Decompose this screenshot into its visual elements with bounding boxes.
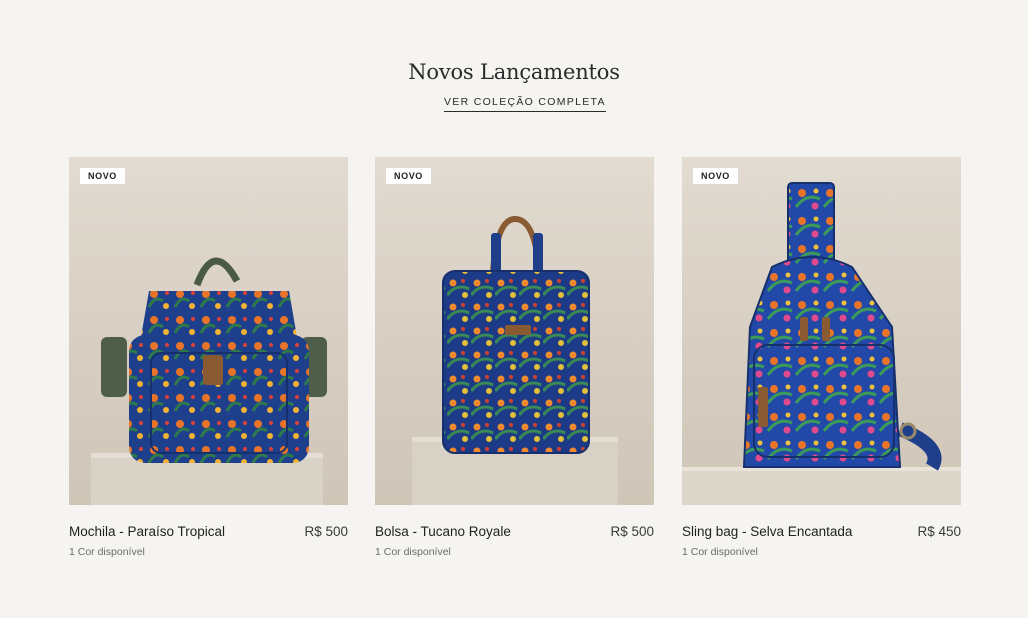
- section-title: Novos Lançamentos: [408, 60, 620, 84]
- product-name[interactable]: Bolsa - Tucano Royale: [375, 524, 511, 539]
- product-name[interactable]: Mochila - Paraíso Tropical: [69, 524, 225, 539]
- product-image[interactable]: NOVO: [375, 157, 654, 505]
- product-price: R$ 500: [610, 524, 654, 539]
- product-color-count: 1 Cor disponível: [69, 546, 145, 558]
- product-card-2[interactable]: NOVO Bolsa - Tucano Royale R$ 500 1 Cor …: [375, 157, 654, 558]
- backpack-icon: [91, 257, 327, 505]
- product-image[interactable]: NOVO: [682, 157, 961, 505]
- sling-bag-icon: [682, 182, 961, 505]
- new-badge: NOVO: [386, 168, 431, 184]
- new-badge: NOVO: [693, 168, 738, 184]
- tote-bag-icon: [412, 215, 618, 505]
- product-price: R$ 450: [917, 524, 961, 539]
- new-badge: NOVO: [80, 168, 125, 184]
- product-image[interactable]: NOVO: [69, 157, 348, 505]
- product-color-count: 1 Cor disponível: [375, 546, 451, 558]
- product-price: R$ 500: [304, 524, 348, 539]
- product-card-1[interactable]: NOVO Mochila - Paraíso Tropical R$ 500 1…: [69, 157, 348, 558]
- product-card-3[interactable]: NOVO Sling bag - Selva Encantada R$ 450 …: [682, 157, 961, 558]
- view-full-collection-link[interactable]: VER COLEÇÃO COMPLETA: [444, 96, 606, 112]
- product-color-count: 1 Cor disponível: [682, 546, 758, 558]
- product-name[interactable]: Sling bag - Selva Encantada: [682, 524, 852, 539]
